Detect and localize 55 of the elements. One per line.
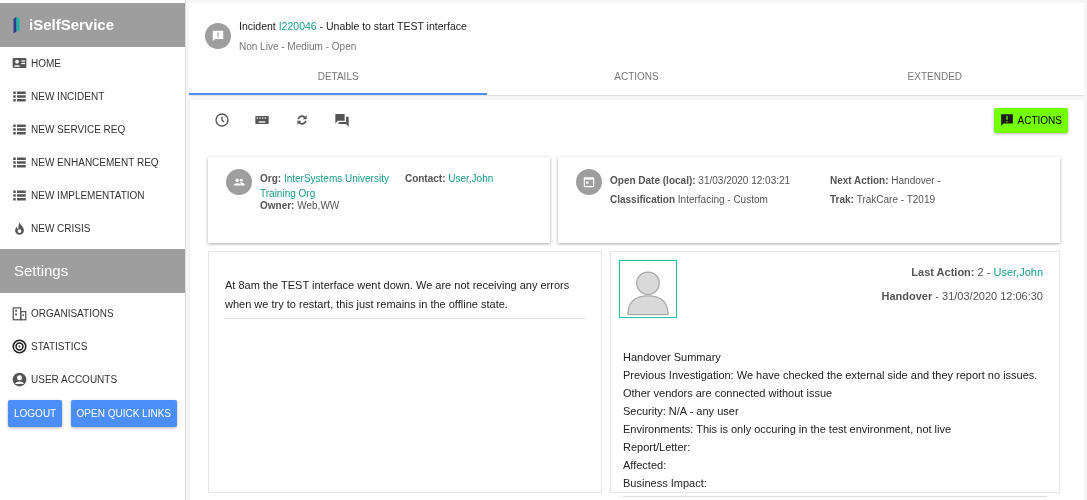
description-text: At 8am the TEST interface went down. We are not receiving any errors when we try to restart, this just remains in the offline state.: [225, 275, 585, 319]
calendar-icon: [576, 168, 602, 195]
user-icon: [12, 372, 27, 387]
settings-header: Settings: [0, 249, 185, 293]
user-link[interactable]: User,John: [993, 265, 1043, 278]
nav-item[interactable]: STATISTICS: [0, 330, 185, 363]
list-icon: [12, 122, 27, 137]
tab[interactable]: DETAILS: [189, 61, 488, 95]
nav-item[interactable]: HOME: [0, 47, 185, 80]
info-link[interactable]: User,John: [448, 172, 494, 184]
alert-avatar-icon: [205, 23, 231, 50]
clock-button[interactable]: [214, 112, 230, 129]
tab[interactable]: ACTIONS: [487, 61, 786, 95]
people-icon: [226, 168, 252, 195]
summary-line: Security: N/A - any user: [623, 403, 740, 419]
handover-date: Handover - 31/03/2020 12:06:30: [881, 289, 1043, 305]
chat-button[interactable]: [334, 112, 350, 129]
summary-line: Report/Letter:: [623, 439, 692, 455]
list-icon: [12, 155, 27, 170]
info-line: Next Action: Handover -: [830, 173, 941, 188]
summary-line: Business Impact:: [623, 475, 708, 491]
target-icon: [12, 339, 27, 354]
summary-line: Previous Investigation: We have checked the external side and they report no issues.: [623, 367, 1039, 383]
info-line: Open Date (local): 31/03/2020 12:03:21: [610, 173, 792, 188]
incident-subtitle: Non Live - Medium - Open: [239, 39, 358, 54]
info-line: Org: InterSystems University: [260, 172, 389, 185]
info-line: Trak: TrakCare - T2019: [830, 192, 937, 207]
info-line: Contact: User,John: [404, 172, 494, 185]
summary-line: Affected:: [623, 457, 668, 473]
nav-item[interactable]: NEW CRISIS: [0, 212, 185, 245]
nav-item[interactable]: ORGANISATIONS: [0, 297, 185, 330]
incident-link[interactable]: I220046: [278, 20, 317, 32]
building-icon: [12, 306, 27, 321]
summary-line: Handover Summary: [623, 349, 722, 365]
app-title: iSelfService: [29, 14, 115, 35]
info-line: Classification Interfacing - Custom: [610, 192, 769, 207]
alert-icon: [999, 113, 1014, 128]
nav-item[interactable]: NEW INCIDENT: [0, 80, 185, 113]
info-link[interactable]: InterSystems University: [283, 172, 389, 184]
nav-item[interactable]: USER ACCOUNTS: [0, 363, 185, 396]
nav-item[interactable]: NEW ENHANCEMENT REQ: [0, 146, 185, 179]
tab[interactable]: EXTENDED: [785, 61, 1084, 95]
nav-item[interactable]: NEW IMPLEMENTATION: [0, 179, 185, 212]
list-icon: [12, 188, 27, 203]
contact-card-icon: [12, 56, 27, 71]
actions-button[interactable]: ACTIONS: [993, 107, 1068, 133]
incident-title: Incident I220046 - Unable to start TEST interface: [239, 19, 467, 34]
summary-line: Other vendors are connected without issue: [623, 385, 834, 401]
flame-icon: [12, 221, 27, 236]
info-link[interactable]: Training Org: [260, 187, 316, 199]
list-icon: [12, 89, 27, 104]
last-action-line: Last Action: 2 - User,John: [910, 264, 1043, 280]
nav-item[interactable]: NEW SERVICE REQ: [0, 113, 185, 146]
summary-line: Environments: This is only occuring in the test environment, not live: [623, 421, 953, 437]
info-line: Owner: Web,WW: [260, 199, 340, 212]
